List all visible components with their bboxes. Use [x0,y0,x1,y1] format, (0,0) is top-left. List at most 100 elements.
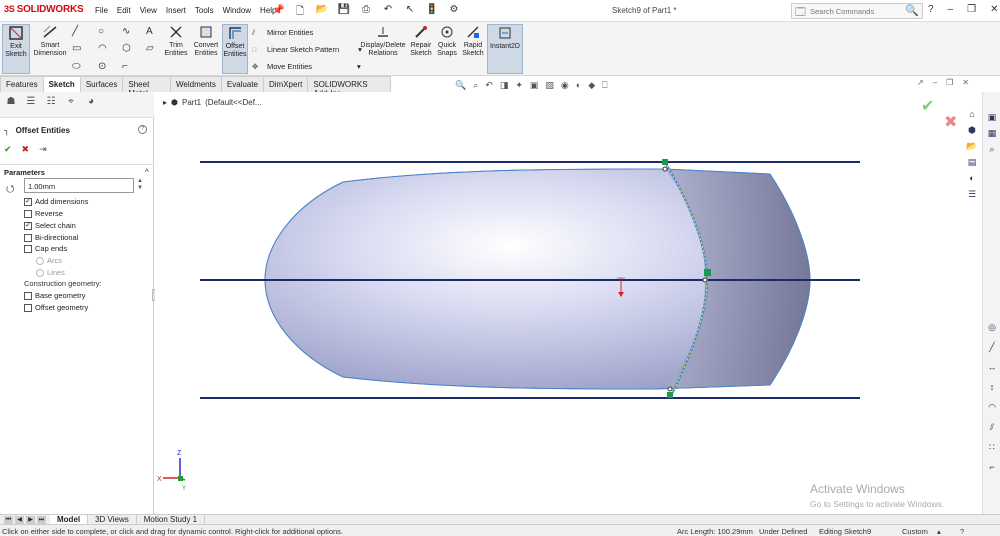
collapse-chevron-icon[interactable]: ˄ [145,166,149,175]
cap-ends-checkbox[interactable] [24,244,32,253]
search-scope-icon[interactable]: 🗔 [795,5,806,22]
camera-icon[interactable]: ◎ [985,322,999,336]
viewport-minimize-icon[interactable]: – [933,78,937,87]
relation-icon[interactable]: ↔ [985,362,999,376]
edit-appearance-icon[interactable]: ◐ [576,80,581,91]
select-chain-checkbox[interactable]: ✓ [24,221,32,230]
menu-file[interactable]: File [95,6,108,15]
minimize-icon[interactable]: – [948,4,954,15]
menu-view[interactable]: View [140,6,157,15]
open-icon[interactable]: 📂 [314,4,330,21]
design-library-icon[interactable]: 📂 [965,141,979,155]
instant2d-button[interactable]: Instant2D [487,24,523,74]
save-icon[interactable]: 💾 [336,4,352,21]
search-commands-input[interactable]: 🗔 Search Commands 🔍 [791,3,923,19]
circle-icon[interactable]: ○ [98,26,104,37]
quick-snaps-button[interactable]: Quick Snaps [436,24,458,58]
text-icon[interactable]: A [146,26,153,37]
smart-dimension-button[interactable]: Smart Dimension [33,24,67,58]
exit-sketch-button[interactable]: Exit Sketch [2,24,30,74]
plane-icon[interactable]: ▱ [146,43,154,54]
sketch-tool-icon[interactable]: ╱ [985,342,999,356]
option-offset-geometry[interactable]: Offset geometry [24,303,88,312]
lines-radio[interactable] [36,268,44,277]
units-selector[interactable]: Custom [902,527,928,536]
menu-window[interactable]: Window [223,6,251,15]
display-manager-icon[interactable]: ◕ [83,96,99,112]
custom-properties-icon[interactable]: ☰ [965,189,979,203]
dynamic-annotation-icon[interactable]: ✦ [515,80,523,91]
close-icon[interactable]: ✕ [990,4,998,15]
rectangle-icon[interactable]: ▭ [72,43,81,54]
arc-endpoint-bottom[interactable] [667,392,673,398]
bi-directional-checkbox[interactable] [24,233,32,242]
option-select-chain[interactable]: ✓ Select chain [24,221,76,230]
move-entities-item[interactable]: ✥ Move Entities ▾ [252,58,362,75]
offset-geometry-checkbox[interactable] [24,303,32,312]
fillet-icon[interactable]: ⌐ [122,61,128,72]
arc-endpoint-top[interactable] [662,159,668,165]
section-view-icon[interactable]: ◨ [500,80,509,91]
trim-entities-button[interactable]: Trim Entities [163,24,189,58]
select-icon[interactable]: ↖ [402,4,418,21]
next-tab-icon[interactable]: ▶ [26,516,35,524]
appearances-icon[interactable]: ◐ [965,173,979,187]
arc-midpoint-handle[interactable] [704,269,711,276]
add-dimensions-checkbox[interactable]: ✓ [24,197,32,206]
help-icon[interactable]: ? [928,4,934,15]
arcs-radio[interactable] [36,256,44,265]
rebuild-icon[interactable]: 🚦 [424,4,440,21]
scene-icon[interactable]: ◆ [588,80,595,91]
offset-entities-button[interactable]: Offset Entities [222,24,248,74]
rollback-icon[interactable]: ▣ [985,112,999,126]
option-cap-ends[interactable]: Cap ends [24,244,67,253]
display-style-icon[interactable]: ▧ [545,80,554,91]
view-orientation-icon[interactable]: ▣ [530,80,539,91]
menu-tools[interactable]: Tools [195,6,214,15]
tab-weldments[interactable]: Weldments [169,76,222,92]
first-tab-icon[interactable]: ⏮ [4,516,13,524]
restore-icon[interactable]: ❐ [967,4,976,15]
cancel-x-icon[interactable]: ✖ [22,144,30,155]
fillet-tool-icon[interactable]: ⌐ [985,462,999,476]
arc-icon[interactable]: ◠ [98,43,107,54]
tab-dimxpert[interactable]: DimXpert [263,76,309,92]
distance-spinner[interactable]: ▲ ▼ [137,178,143,192]
tab-addins[interactable]: SOLIDWORKS Add-Ins [307,76,391,98]
resources-icon[interactable]: ⬢ [965,125,979,139]
file-explorer-icon[interactable]: ▤ [965,157,979,171]
parameters-section-header[interactable]: Parameters ˄ [0,164,154,177]
dimension-icon[interactable]: ↕ [985,382,999,396]
options-icon[interactable]: ⚙ [446,4,462,21]
point-icon[interactable]: ⊙ [98,61,106,72]
print-icon[interactable]: ⎙ [358,4,374,21]
arc-tool-icon[interactable]: ◠ [985,402,999,416]
mirror-entities-item[interactable]: ⫽ Mirror Entities [252,24,362,41]
viewport-expand-icon[interactable]: ↗ [917,78,924,87]
last-tab-icon[interactable]: ⏭ [37,516,46,524]
convert-entities-button[interactable]: Convert Entities [191,24,221,58]
repair-sketch-button[interactable]: Repair Sketch [409,24,433,58]
tab-features[interactable]: Features [0,76,44,92]
pin-icon[interactable]: 📌 [272,5,284,16]
ok-check-icon[interactable]: ✔ [4,144,12,155]
rapid-sketch-button[interactable]: Rapid Sketch [461,24,485,58]
status-help-icon[interactable]: ? [960,527,964,536]
home-icon[interactable]: ⌂ [965,109,979,123]
option-bi-directional[interactable]: Bi-directional [24,233,78,242]
base-geometry-checkbox[interactable] [24,291,32,300]
search-icon[interactable]: 🔍 [905,4,919,17]
option-base-geometry[interactable]: Base geometry [24,291,85,300]
prev-tab-icon[interactable]: ◀ [15,516,24,524]
hide-show-icon[interactable]: ◉ [561,80,569,91]
undo-icon[interactable]: ↶ [380,4,396,21]
option-arcs[interactable]: Arcs [36,256,62,265]
option-reverse[interactable]: Reverse [24,209,63,218]
solidworks-logo[interactable]: 3S SOLIDWORKS [4,4,84,15]
previous-view-icon[interactable]: ↶ [485,80,493,91]
help-icon[interactable]: ? [138,125,147,134]
viewport-restore-icon[interactable]: ❐ [946,78,953,87]
linear-pattern-item[interactable]: ∷ Linear Sketch Pattern ▾ [252,41,362,58]
new-icon[interactable]: 🗋 [292,4,308,21]
dimxpert-manager-icon[interactable]: ⌖ [63,96,79,112]
